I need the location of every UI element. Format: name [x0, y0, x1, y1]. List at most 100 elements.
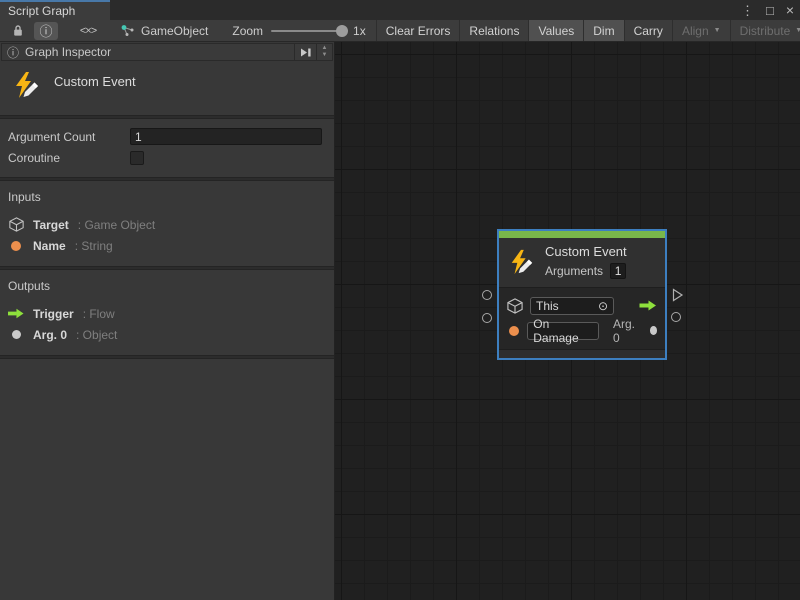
coroutine-row: Coroutine: [8, 147, 322, 168]
arguments-count-input[interactable]: 1: [610, 263, 626, 279]
input-port-row: Name : String: [8, 235, 324, 256]
node-target-row: This ⊙: [507, 293, 657, 318]
carry-button[interactable]: Carry: [625, 20, 673, 41]
chevron-down-icon: ▼: [714, 27, 721, 34]
window-maximize-icon[interactable]: □: [766, 4, 774, 17]
dock-icon: [299, 47, 312, 58]
green-arrow-icon: [8, 308, 24, 319]
arg-output-port[interactable]: [650, 326, 657, 335]
graph-canvas[interactable]: Custom Event Arguments 1: [335, 42, 800, 600]
dim-button[interactable]: Dim: [584, 20, 624, 41]
align-label: Align: [682, 24, 709, 38]
zoom-label: Zoom: [232, 24, 263, 38]
tab-label: Script Graph: [8, 4, 75, 18]
inputs-heading: Inputs: [8, 190, 324, 204]
graph-toolbar: ⓘ <×> GameObject Zoom 1x Clear Errors Re…: [0, 20, 800, 42]
node-body: This ⊙ On Damage Arg. 0: [499, 288, 665, 349]
tab-script-graph[interactable]: Script Graph: [0, 0, 110, 20]
relations-button[interactable]: Relations: [460, 20, 529, 41]
zoom-slider[interactable]: [271, 30, 345, 32]
port-name: Name: [33, 239, 66, 253]
coroutine-label: Coroutine: [8, 151, 130, 165]
node-header-text: Custom Event Arguments 1: [545, 244, 627, 279]
graph-inspector-panel: ⓘ Graph Inspector ▲ ▼ Custom Event: [0, 42, 335, 600]
clear-errors-button[interactable]: Clear Errors: [377, 20, 461, 41]
graph-target[interactable]: GameObject: [110, 20, 222, 41]
custom-event-icon: [508, 249, 534, 275]
script-graph-icon: [120, 24, 135, 37]
inspector-toggle-button[interactable]: ⓘ: [34, 22, 58, 40]
output-port-row: Arg. 0 : Object: [8, 324, 324, 345]
edit-script-button[interactable]: <×>: [76, 22, 100, 40]
values-button[interactable]: Values: [529, 20, 584, 41]
zoom-slider-handle[interactable]: [336, 25, 348, 37]
unit-fields: Argument Count 1 Coroutine: [0, 119, 334, 177]
lock-button[interactable]: [6, 22, 30, 40]
argument-count-input[interactable]: 1: [130, 128, 322, 145]
toolbar-left-icons: ⓘ <×>: [0, 20, 106, 41]
info-icon: ⓘ: [7, 44, 19, 61]
align-dropdown[interactable]: Align ▼: [673, 20, 731, 41]
port-type: : Game Object: [78, 218, 155, 232]
carry-label: Carry: [634, 24, 663, 38]
target-object-value: This: [536, 299, 598, 313]
target-object-field[interactable]: This ⊙: [530, 297, 614, 315]
lock-icon: [12, 24, 24, 37]
window-menu-icon[interactable]: ⋮: [741, 4, 754, 17]
node-color-bar: [499, 231, 665, 238]
node-input-port-target[interactable]: [482, 290, 492, 300]
inspector-title: Graph Inspector: [25, 45, 294, 59]
node-header[interactable]: Custom Event Arguments 1: [499, 238, 665, 288]
inputs-section: Inputs Target : Game Object Name : Strin…: [0, 181, 334, 266]
flow-port-triangle-icon: [672, 288, 684, 302]
event-name-field[interactable]: On Damage: [527, 322, 599, 340]
toolbar-buttons: Clear Errors Relations Values Dim Carry …: [376, 20, 800, 41]
inspector-collapse-arrows[interactable]: ▲ ▼: [316, 44, 332, 60]
code-icon: <×>: [80, 25, 96, 37]
chevron-down-icon: ▼: [795, 27, 800, 34]
output-port-row: Trigger : Flow: [8, 303, 324, 324]
node-output-port-arg0[interactable]: [671, 312, 681, 322]
main-area: ⓘ Graph Inspector ▲ ▼ Custom Event: [0, 42, 800, 600]
graph-target-label: GameObject: [141, 24, 208, 38]
arg-output-label: Arg. 0: [613, 317, 640, 345]
arrow-down-icon: ▼: [322, 52, 328, 59]
dim-label: Dim: [593, 24, 614, 38]
orange-dot-icon: [8, 241, 24, 251]
node-footer: [499, 349, 665, 358]
unit-header: Custom Event: [0, 61, 334, 115]
node-input-port-name[interactable]: [482, 313, 492, 323]
zoom-control: Zoom 1x: [222, 20, 375, 41]
dock-panel-button[interactable]: [294, 44, 316, 60]
info-icon: ⓘ: [39, 21, 52, 40]
custom-event-icon: [12, 71, 40, 99]
zoom-value: 1x: [353, 24, 366, 38]
port-type: : Object: [76, 328, 117, 342]
port-name: Trigger: [33, 307, 74, 321]
object-picker-icon[interactable]: ⊙: [598, 299, 608, 313]
window-close-icon[interactable]: ×: [786, 3, 794, 17]
argument-count-value: 1: [135, 130, 142, 144]
argument-count-row: Argument Count 1: [8, 126, 322, 147]
inspector-title-bar: ⓘ Graph Inspector ▲ ▼: [1, 43, 333, 61]
coroutine-checkbox[interactable]: [130, 151, 144, 165]
orange-dot-icon: [507, 326, 520, 336]
cube-icon: [507, 298, 523, 314]
distribute-dropdown[interactable]: Distribute ▼: [731, 20, 800, 41]
tab-bar: Script Graph ⋮ □ ×: [0, 0, 800, 20]
window-controls: ⋮ □ ×: [741, 0, 794, 20]
arrow-up-icon: ▲: [322, 45, 328, 52]
node-output-port-trigger[interactable]: [672, 288, 684, 305]
unit-title: Custom Event: [54, 71, 136, 89]
gray-dot-icon: [8, 330, 24, 339]
clear-errors-label: Clear Errors: [386, 24, 451, 38]
custom-event-node[interactable]: Custom Event Arguments 1: [497, 229, 667, 360]
values-label: Values: [538, 24, 574, 38]
outputs-section: Outputs Trigger : Flow Arg. 0 : Object: [0, 270, 334, 355]
node-arguments: Arguments 1: [545, 263, 627, 279]
port-name: Target: [33, 218, 69, 232]
trigger-output-icon[interactable]: [639, 300, 657, 311]
inspector-empty-area: [0, 359, 334, 600]
port-type: : Flow: [83, 307, 115, 321]
input-port-row: Target : Game Object: [8, 214, 324, 235]
